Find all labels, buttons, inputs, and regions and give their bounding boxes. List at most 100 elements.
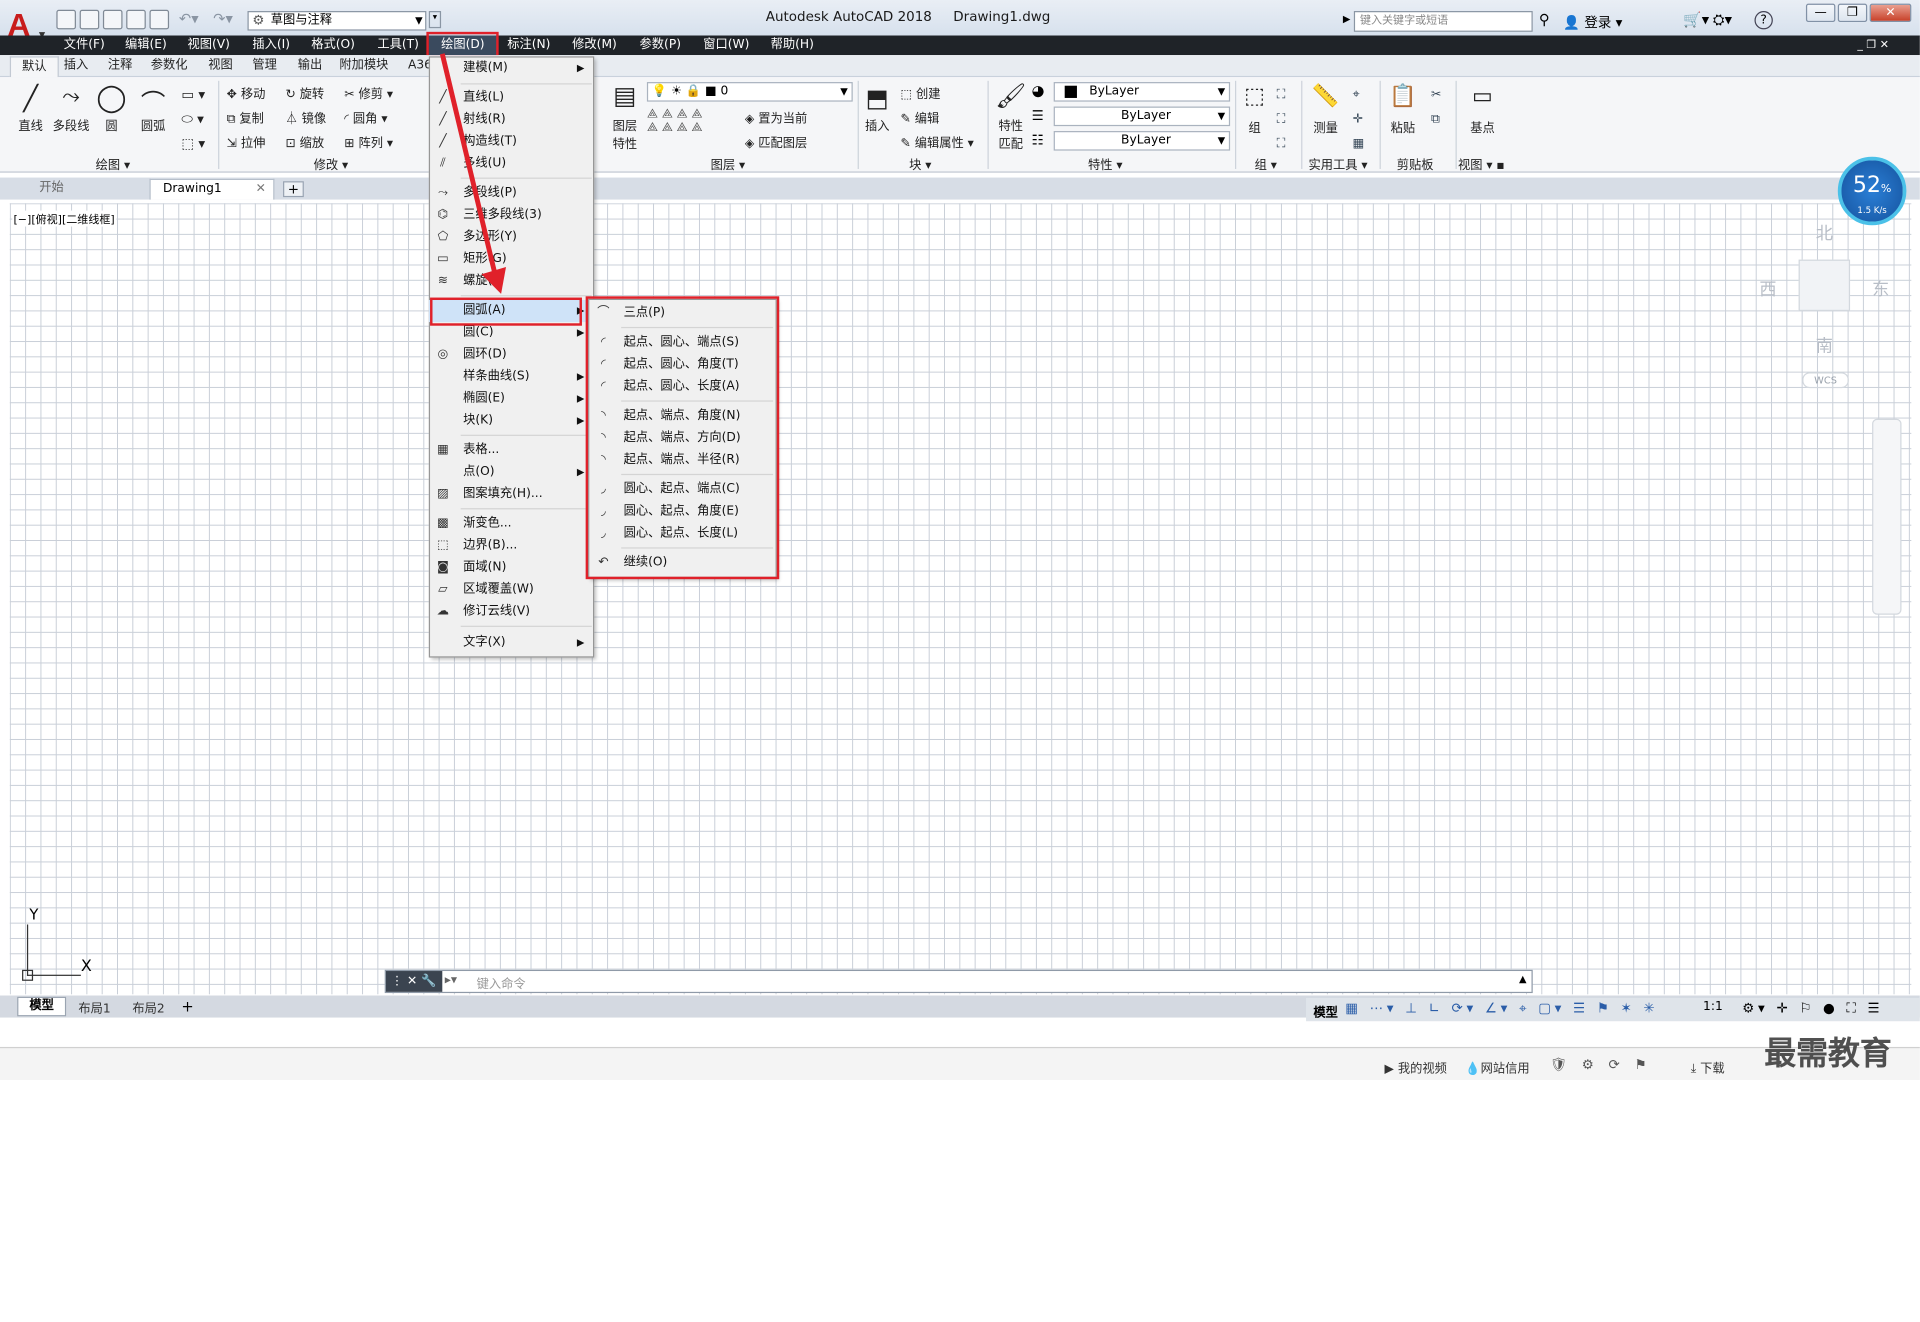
- restore-button[interactable]: ❐: [1837, 3, 1868, 23]
- new-file-icon[interactable]: [56, 9, 76, 30]
- base-point-tool[interactable]: ▭ 基点: [1465, 83, 1499, 136]
- viewcube-west[interactable]: 西: [1759, 277, 1776, 301]
- layer-panel-title[interactable]: 图层 ▾: [711, 154, 746, 172]
- tab-insert[interactable]: 插入: [64, 58, 89, 75]
- fillet-tool[interactable]: ◜ 圆角 ▾: [344, 108, 387, 126]
- linetype-dropdown[interactable]: ByLayer ▼: [1053, 106, 1231, 127]
- workspace-select[interactable]: ⚙ 草图与注释 ▼: [247, 11, 427, 31]
- utilities-panel-title[interactable]: 实用工具 ▾: [1309, 154, 1368, 172]
- utilities-small-tools[interactable]: ⌖ ✛ ▦: [1353, 83, 1365, 156]
- stretch-tool[interactable]: ⇲ 拉伸: [227, 132, 266, 150]
- layer-dropdown[interactable]: 💡 ☀ 🔒 ■ 0 ▼: [646, 82, 853, 102]
- navigation-bar[interactable]: [1872, 418, 1902, 615]
- color-dropdown[interactable]: ByLayer ▼: [1053, 82, 1231, 102]
- save-icon[interactable]: [102, 9, 123, 30]
- draw-item-text[interactable]: 文字(X) ▶: [429, 632, 594, 654]
- drawing-canvas[interactable]: [9, 203, 1912, 995]
- polyline-tool[interactable]: ⤳ 多段线: [51, 83, 90, 133]
- open-file-icon[interactable]: [79, 9, 100, 30]
- status-right-icons[interactable]: ⚙▾ ✛ ⚐ ● ⛶ ☰: [1742, 1000, 1883, 1017]
- draw-item-boundary[interactable]: ⬚ 边界(B)...: [429, 535, 594, 557]
- help-icon[interactable]: ?: [1754, 11, 1773, 30]
- draw-item-gradient[interactable]: ▩ 渐变色...: [429, 513, 594, 535]
- tab-layout1[interactable]: 布局1: [71, 998, 118, 1016]
- color-wheel-icon[interactable]: ◕: [1032, 82, 1045, 99]
- scale-tool[interactable]: ⊡ 缩放: [285, 132, 324, 150]
- tab-view[interactable]: 视图: [208, 58, 233, 75]
- menu-file[interactable]: 文件(F): [64, 36, 105, 56]
- save-as-icon[interactable]: [126, 9, 146, 30]
- clipboard-small-tools[interactable]: ✂ ⧉: [1431, 83, 1441, 132]
- line-tool[interactable]: ╱ 直线: [12, 83, 49, 133]
- viewport-controls-label[interactable]: [−][俯视][二维线框]: [12, 210, 116, 227]
- site-credit-item[interactable]: 💧网站信用: [1465, 1058, 1529, 1076]
- menu-view[interactable]: 视图(V): [187, 36, 229, 56]
- menu-format[interactable]: 格式(O): [311, 36, 355, 56]
- tab-output[interactable]: 输出: [298, 58, 323, 75]
- mirror-tool[interactable]: ⏃ 镜像: [285, 108, 326, 126]
- menu-help[interactable]: 帮助(H): [771, 36, 814, 56]
- paste-tool[interactable]: 📋 粘贴: [1386, 83, 1420, 136]
- draw-item-point[interactable]: 点(O) ▶: [429, 462, 594, 484]
- tab-addins[interactable]: 附加模块: [339, 58, 388, 75]
- customize-toolbar-icon[interactable]: ▾: [428, 11, 442, 29]
- search-input[interactable]: 键入关键字或短语: [1353, 11, 1533, 32]
- menu-parametric[interactable]: 参数(P): [640, 36, 681, 56]
- trim-tool[interactable]: ✂ 修剪 ▾: [344, 83, 393, 101]
- circle-tool[interactable]: ◯ 圆: [94, 83, 128, 133]
- block-panel-title[interactable]: 块 ▾: [909, 154, 931, 172]
- menu-edit[interactable]: 编辑(E): [125, 36, 167, 56]
- set-current-tool[interactable]: ◈ 置为当前: [745, 108, 807, 126]
- modify-panel-title[interactable]: 修改 ▾: [314, 154, 349, 172]
- properties-panel-title[interactable]: 特性 ▾: [1088, 154, 1123, 172]
- create-block-tool[interactable]: ⬚ 创建: [901, 83, 941, 101]
- viewcube-south[interactable]: 南: [1816, 333, 1833, 357]
- lineweight-dropdown[interactable]: ByLayer ▼: [1053, 131, 1231, 151]
- copy-tool[interactable]: ⧉ 复制: [227, 108, 264, 126]
- binoculars-icon[interactable]: ⚲: [1539, 11, 1550, 28]
- close-tab-icon[interactable]: ✕: [256, 180, 266, 200]
- viewcube-face[interactable]: [1798, 259, 1851, 312]
- tab-layout2[interactable]: 布局2: [125, 998, 172, 1016]
- arc-tool[interactable]: ⌒ 圆弧: [135, 83, 172, 133]
- view-panel-title[interactable]: 视图 ▾ ▪: [1458, 154, 1505, 172]
- clipboard-panel-title[interactable]: 剪贴板: [1397, 154, 1434, 172]
- tray-icons[interactable]: 🛡⚙⟳⚑: [1550, 1057, 1661, 1073]
- layer-small-tools[interactable]: ⟁ ⟁ ⟁ ⟁ ⟁ ⟁ ⟁ ⟁: [647, 108, 702, 135]
- login-button[interactable]: 👤 登录 ▾: [1563, 12, 1622, 32]
- draw-small-tools[interactable]: ▭ ▾ ⬭ ▾ ⬚ ▾: [181, 83, 205, 156]
- draw-item-wipeout[interactable]: ▱ 区域覆盖(W): [429, 579, 594, 601]
- wcs-button[interactable]: WCS: [1802, 372, 1849, 389]
- draw-item-hatch[interactable]: ▨ 图案填充(H)...: [429, 484, 594, 506]
- draw-item-table[interactable]: ▦ 表格...: [429, 440, 594, 462]
- menu-modify[interactable]: 修改(M): [572, 36, 617, 56]
- close-button[interactable]: ✕: [1869, 3, 1912, 23]
- measure-tool[interactable]: 📏 测量: [1309, 83, 1343, 136]
- add-layout-button[interactable]: +: [181, 998, 193, 1015]
- group-small-tools[interactable]: ⛶ ⛶ ⛶: [1277, 83, 1286, 156]
- doc-window-controls[interactable]: _ ❐ ✕: [1857, 36, 1889, 56]
- rotate-tool[interactable]: ↻ 旋转: [285, 83, 324, 101]
- draw-item-revcloud[interactable]: ☁ 修订云线(V): [429, 601, 594, 623]
- group-tool[interactable]: ⬚ 组: [1240, 83, 1269, 136]
- menu-insert[interactable]: 插入(I): [252, 36, 290, 56]
- insert-block-tool[interactable]: ⬒ 插入: [863, 83, 892, 133]
- layer-properties-tool[interactable]: ▤ 图层特性: [608, 81, 642, 152]
- group-panel-title[interactable]: 组 ▾: [1255, 154, 1277, 172]
- model-space-toggle[interactable]: 模型: [1313, 1002, 1338, 1020]
- move-tool[interactable]: ✥ 移动: [227, 83, 266, 101]
- menu-window[interactable]: 窗口(W): [703, 36, 749, 56]
- redo-icon[interactable]: ↷▾: [213, 10, 233, 27]
- command-expand-icon[interactable]: ▲: [1519, 973, 1527, 984]
- new-tab-button[interactable]: +: [283, 181, 304, 198]
- draw-item-donut[interactable]: ◎ 圆环(D): [429, 344, 594, 366]
- menu-tools[interactable]: 工具(T): [377, 36, 419, 56]
- tab-start[interactable]: 开始: [27, 179, 76, 200]
- viewcube-east[interactable]: 东: [1872, 277, 1889, 301]
- exchange-icon[interactable]: ⛭▾: [1713, 11, 1732, 29]
- viewcube-north[interactable]: 北: [1816, 220, 1833, 244]
- match-properties-tool[interactable]: 🖌 特性匹配: [994, 81, 1028, 152]
- annotation-scale[interactable]: 1:1: [1703, 1000, 1723, 1013]
- minimize-button[interactable]: —: [1805, 3, 1836, 23]
- edit-block-tool[interactable]: ✎ 编辑: [901, 108, 940, 126]
